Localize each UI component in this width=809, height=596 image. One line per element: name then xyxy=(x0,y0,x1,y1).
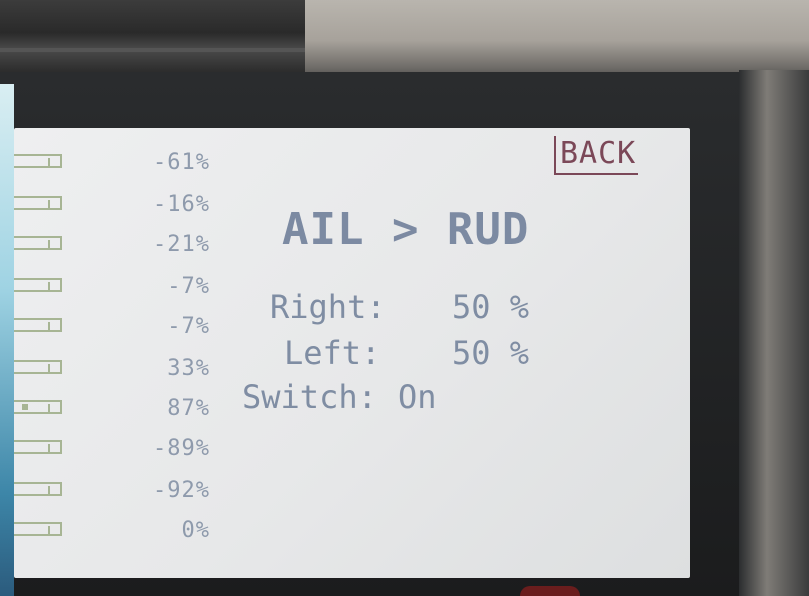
back-button[interactable]: BACK xyxy=(554,136,639,175)
channel-bar xyxy=(14,278,62,292)
left-label: Left: xyxy=(284,334,381,372)
left-value[interactable]: 50 % xyxy=(452,334,529,372)
channel-percent: -92% xyxy=(153,478,210,503)
channel-percent: -61% xyxy=(153,150,210,175)
red-indicator-glow xyxy=(520,586,580,596)
device-edge-top-left xyxy=(0,0,305,82)
channel-percent: -7% xyxy=(167,314,210,339)
right-label: Right: xyxy=(270,288,386,326)
channel-percent: 87% xyxy=(167,396,210,421)
left-edge-highlight xyxy=(0,84,14,596)
switch-value[interactable]: On xyxy=(398,378,437,416)
channel-bar xyxy=(14,440,62,454)
lcd-screen: -61% -16% -21% -7% -7% 33% 87% -89% -92%… xyxy=(14,128,690,578)
channel-bar xyxy=(14,522,62,536)
channel-percent: -7% xyxy=(167,274,210,299)
channel-bar xyxy=(14,236,62,250)
channel-bar xyxy=(14,196,62,210)
channel-percent: -89% xyxy=(153,436,210,461)
switch-label: Switch: xyxy=(242,378,377,416)
device-bezel-right xyxy=(739,70,809,596)
channel-percent: 33% xyxy=(167,356,210,381)
channel-bar xyxy=(14,482,62,496)
channel-bar xyxy=(14,154,62,168)
channel-bar xyxy=(14,318,62,332)
page-title: AIL > RUD xyxy=(282,204,530,255)
right-value[interactable]: 50 % xyxy=(452,288,529,326)
channel-percent: -21% xyxy=(153,232,210,257)
channel-percent: -16% xyxy=(153,192,210,217)
channel-percent: 0% xyxy=(181,518,210,543)
channel-bar xyxy=(14,400,62,414)
channel-bar xyxy=(14,360,62,374)
